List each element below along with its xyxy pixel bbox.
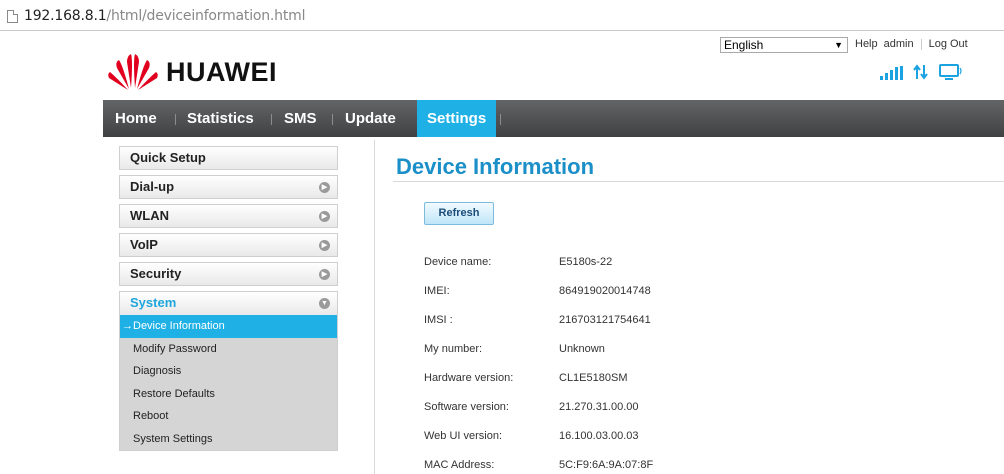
nav-sms[interactable]: SMS <box>284 100 317 137</box>
imsi-label: IMSI : <box>424 314 453 326</box>
huawei-logo[interactable]: HUAWEI <box>107 52 277 92</box>
chevron-right-icon: ▶ <box>319 269 330 280</box>
sidebar-item-label: System <box>130 295 177 310</box>
chevron-right-icon: ▶ <box>319 240 330 251</box>
sidebar: Quick Setup Dial-up ▶ WLAN ▶ VoIP ▶ Secu… <box>119 146 338 451</box>
logout-link[interactable]: Log Out <box>929 38 968 50</box>
sidebar-item-security[interactable]: Security ▶ <box>119 262 338 286</box>
status-icons <box>880 64 963 80</box>
sidebar-item-label: WLAN <box>130 208 169 223</box>
software-version-label: Software version: <box>424 401 509 413</box>
sidebar-item-label: Dial-up <box>130 179 175 194</box>
sidebar-item-voip[interactable]: VoIP ▶ <box>119 233 338 257</box>
huawei-logo-icon <box>108 54 158 90</box>
submenu-device-information[interactable]: →Device Information <box>120 315 337 338</box>
address-bar[interactable]: 192.168.8.1/html/deviceinformation.html <box>0 0 1004 31</box>
nav-update[interactable]: Update <box>345 100 396 137</box>
dropdown-arrow-icon: ▼ <box>834 40 843 50</box>
page-title: Device Information <box>396 154 595 179</box>
nav-divider <box>500 114 501 125</box>
software-version-value: 21.270.31.00.00 <box>559 401 639 413</box>
submenu-diagnosis[interactable]: Diagnosis <box>120 360 337 383</box>
my-number-label: My number: <box>424 343 483 355</box>
device-name-label: Device name: <box>424 256 492 268</box>
url-text[interactable]: 192.168.8.1/html/deviceinformation.html <box>24 8 305 24</box>
nav-settings[interactable]: Settings <box>417 100 497 137</box>
signal-icon <box>880 66 903 80</box>
submenu-system-settings[interactable]: System Settings <box>120 428 337 451</box>
sidebar-item-system[interactable]: System ▼ <box>119 291 338 315</box>
device-name-value: E5180s-22 <box>559 256 613 268</box>
nav-home[interactable]: Home <box>115 100 157 137</box>
sidebar-item-dial-up[interactable]: Dial-up ▶ <box>119 175 338 199</box>
sidebar-item-quick-setup[interactable]: Quick Setup <box>119 146 338 170</box>
url-host: 192.168.8.1 <box>24 8 107 24</box>
hardware-version-label: Hardware version: <box>424 372 514 384</box>
submenu-restore-defaults[interactable]: Restore Defaults <box>120 383 337 406</box>
language-select[interactable]: English ▼ <box>720 37 848 53</box>
nav-divider <box>175 114 176 125</box>
language-select-value: English <box>724 38 764 52</box>
refresh-button[interactable]: Refresh <box>424 202 494 225</box>
sidebar-item-label: VoIP <box>130 237 158 252</box>
content-divider <box>374 140 375 474</box>
web-ui-version-label: Web UI version: <box>424 430 503 442</box>
nav-divider <box>332 114 333 125</box>
nav-statistics[interactable]: Statistics <box>187 100 254 137</box>
sidebar-item-wlan[interactable]: WLAN ▶ <box>119 204 338 228</box>
nav-divider <box>271 114 272 125</box>
my-number-value: Unknown <box>559 343 605 355</box>
admin-link[interactable]: admin <box>884 38 914 50</box>
chevron-right-icon: ▶ <box>319 182 330 193</box>
submenu-modify-password[interactable]: Modify Password <box>120 338 337 361</box>
sidebar-item-label: Quick Setup <box>130 150 206 165</box>
imei-value: 864919020014748 <box>559 285 651 297</box>
document-icon <box>7 10 18 23</box>
system-submenu: →Device Information Modify Password Diag… <box>119 315 338 451</box>
top-links: Help admin Log Out <box>855 38 968 50</box>
brand-name: HUAWEI <box>166 56 277 87</box>
imei-label: IMEI: <box>424 285 450 297</box>
help-link[interactable]: Help <box>855 38 878 50</box>
mac-address-value: 5C:F9:6A:9A:07:8F <box>559 459 654 471</box>
title-divider <box>393 181 1004 182</box>
submenu-reboot[interactable]: Reboot <box>120 405 337 428</box>
monitor-icon <box>939 64 962 80</box>
web-ui-version-value: 16.100.03.00.03 <box>559 430 639 442</box>
main-nav: Home Statistics SMS Update Settings <box>103 100 1004 137</box>
sidebar-item-label: Security <box>130 266 182 281</box>
divider <box>920 38 922 50</box>
hardware-version-value: CL1E5180SM <box>559 372 628 384</box>
mac-address-label: MAC Address: <box>424 459 495 471</box>
data-transfer-icon <box>913 64 928 80</box>
chevron-down-icon: ▼ <box>319 298 330 309</box>
url-path: /html/deviceinformation.html <box>106 8 306 24</box>
chevron-right-icon: ▶ <box>319 211 330 222</box>
imsi-value: 216703121754641 <box>559 314 651 326</box>
